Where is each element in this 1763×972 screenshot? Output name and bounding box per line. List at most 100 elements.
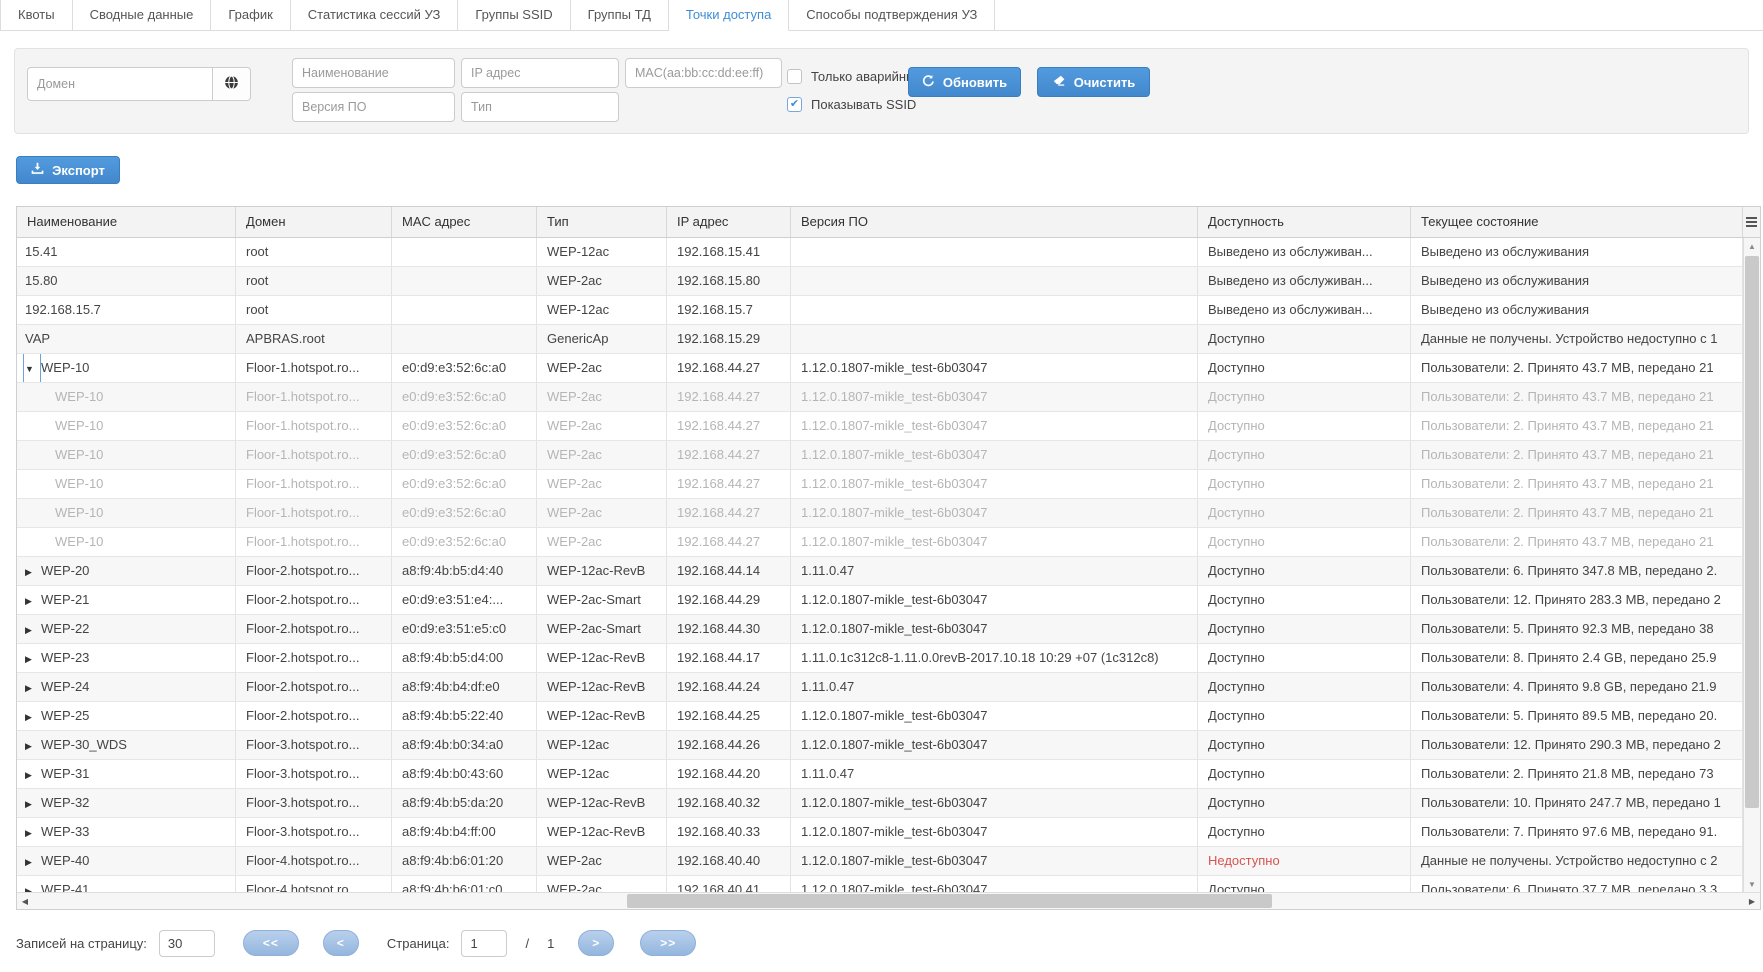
column-menu-icon — [1746, 215, 1757, 229]
tab-svodnye-dannye[interactable]: Сводные данные — [73, 0, 212, 31]
cell-availability: Доступно — [1198, 325, 1411, 354]
cell-type: WEP-2ac — [537, 499, 667, 528]
table-row[interactable]: 15.80rootWEP-2ac192.168.15.80Выведено из… — [17, 267, 1760, 296]
cell-domain: Floor-3.hotspot.ro... — [236, 760, 392, 789]
table-row[interactable]: WEP-10Floor-1.hotspot.ro...e0:d9:e3:52:6… — [17, 441, 1760, 470]
table-row[interactable]: WEP-10Floor-1.hotspot.ro...e0:d9:e3:52:6… — [17, 383, 1760, 412]
table-row[interactable]: ▶WEP-40Floor-4.hotspot.ro...a8:f9:4b:b6:… — [17, 847, 1760, 876]
tab-kvoty[interactable]: Квоты — [0, 0, 73, 31]
table-row[interactable]: ▶WEP-21Floor-2.hotspot.ro...e0:d9:e3:51:… — [17, 586, 1760, 615]
tab-statistika-sessiy-uz[interactable]: Статистика сессий УЗ — [291, 0, 459, 31]
expand-caret-icon[interactable]: ▶ — [25, 819, 39, 847]
column-header-2[interactable]: MAC адрес — [392, 207, 537, 237]
domain-input[interactable] — [27, 67, 213, 101]
per-page-input[interactable] — [159, 930, 215, 957]
cell-version: 1.12.0.1807-mikle_test-6b03047 — [791, 441, 1198, 470]
expand-caret-icon[interactable]: ▶ — [25, 877, 39, 892]
cell-version: 1.12.0.1807-mikle_test-6b03047 — [791, 470, 1198, 499]
table-row[interactable]: WEP-10Floor-1.hotspot.ro...e0:d9:e3:52:6… — [17, 470, 1760, 499]
tab-gruppy-td[interactable]: Группы ТД — [571, 0, 669, 31]
next-page-button[interactable]: > — [578, 930, 614, 956]
cell-mac: e0:d9:e3:52:6c:a0 — [392, 383, 537, 412]
vertical-scroll-thumb[interactable] — [1745, 256, 1759, 808]
cell-mac — [392, 296, 537, 325]
horizontal-scroll-thumb[interactable] — [627, 894, 1272, 908]
version-filter-input[interactable] — [292, 92, 455, 122]
clear-button[interactable]: Очистить — [1037, 67, 1150, 97]
table-row[interactable]: 192.168.15.7rootWEP-12ac192.168.15.7Выве… — [17, 296, 1760, 325]
column-header-4[interactable]: IP адрес — [667, 207, 791, 237]
domain-picker-button[interactable] — [213, 67, 251, 101]
table-row[interactable]: ▶WEP-30_WDSFloor-3.hotspot.ro...a8:f9:4b… — [17, 731, 1760, 760]
table-row[interactable]: ▶WEP-23Floor-2.hotspot.ro...a8:f9:4b:b5:… — [17, 644, 1760, 673]
table-row[interactable]: ▶WEP-41Floor-4.hotspot.ro...a8:f9:4b:b6:… — [17, 876, 1760, 892]
horizontal-scrollbar[interactable]: ◀ ▶ — [17, 892, 1760, 909]
show-ssid-checkbox[interactable]: ✔ Показывать SSID — [787, 92, 923, 116]
expand-caret-icon[interactable]: ▶ — [25, 616, 39, 644]
scroll-left-icon[interactable]: ◀ — [17, 893, 33, 909]
type-filter-input[interactable] — [461, 92, 619, 122]
table-row[interactable]: ▶WEP-31Floor-3.hotspot.ro...a8:f9:4b:b0:… — [17, 760, 1760, 789]
table-row[interactable]: WEP-10Floor-1.hotspot.ro...e0:d9:e3:52:6… — [17, 499, 1760, 528]
first-page-button[interactable]: << — [243, 930, 299, 956]
column-menu-button[interactable] — [1743, 207, 1760, 237]
column-header-3[interactable]: Тип — [537, 207, 667, 237]
expand-caret-icon[interactable]: ▶ — [25, 790, 39, 818]
emergency-only-checkbox[interactable]: Только аварийные — [787, 64, 923, 88]
checkbox-icon[interactable]: ✔ — [787, 97, 802, 112]
ip-filter-input[interactable] — [461, 58, 619, 88]
cell-state: Выведено из обслуживания — [1411, 238, 1743, 267]
vertical-scrollbar[interactable]: ▲ ▼ — [1743, 238, 1760, 892]
expand-caret-icon[interactable]: ▶ — [25, 674, 39, 702]
expand-caret-icon[interactable]: ▶ — [25, 558, 39, 586]
table-row[interactable]: WEP-10Floor-1.hotspot.ro...e0:d9:e3:52:6… — [17, 528, 1760, 557]
prev-page-button[interactable]: < — [323, 930, 359, 956]
name-filter-input[interactable] — [292, 58, 455, 88]
cell-name: ▶WEP-23 — [17, 644, 236, 673]
table-row[interactable]: ▼WEP-10Floor-1.hotspot.ro...e0:d9:e3:52:… — [17, 354, 1760, 383]
table-row[interactable]: WEP-10Floor-1.hotspot.ro...e0:d9:e3:52:6… — [17, 412, 1760, 441]
mac-filter-input[interactable] — [625, 58, 782, 88]
table-row[interactable]: 15.41rootWEP-12ac192.168.15.41Выведено и… — [17, 238, 1760, 267]
table-row[interactable]: ▶WEP-25Floor-2.hotspot.ro...a8:f9:4b:b5:… — [17, 702, 1760, 731]
cell-domain: Floor-1.hotspot.ro... — [236, 528, 392, 557]
expand-caret-icon[interactable]: ▶ — [25, 645, 39, 673]
cell-availability: Доступно — [1198, 528, 1411, 557]
refresh-button[interactable]: Обновить — [908, 67, 1021, 97]
cell-version: 1.12.0.1807-mikle_test-6b03047 — [791, 818, 1198, 847]
export-button[interactable]: Экспорт — [16, 156, 120, 184]
collapse-caret-icon[interactable]: ▼ — [25, 355, 39, 383]
expand-caret-icon[interactable]: ▶ — [25, 587, 39, 615]
expand-caret-icon[interactable]: ▶ — [25, 761, 39, 789]
column-header-0[interactable]: Наименование — [17, 207, 236, 237]
column-header-7[interactable]: Текущее состояние — [1411, 207, 1743, 237]
table-row[interactable]: VAPAPBRAS.rootGenericAp192.168.15.29Дост… — [17, 325, 1760, 354]
column-header-6[interactable]: Доступность — [1198, 207, 1411, 237]
table-row[interactable]: ▶WEP-32Floor-3.hotspot.ro...a8:f9:4b:b5:… — [17, 789, 1760, 818]
tab-sposoby-podtverzhdeniya-uz[interactable]: Способы подтверждения УЗ — [789, 0, 995, 31]
scroll-right-icon[interactable]: ▶ — [1744, 893, 1760, 909]
table-row[interactable]: ▶WEP-33Floor-3.hotspot.ro...a8:f9:4b:b4:… — [17, 818, 1760, 847]
column-header-1[interactable]: Домен — [236, 207, 392, 237]
table-row[interactable]: ▶WEP-20Floor-2.hotspot.ro...a8:f9:4b:b5:… — [17, 557, 1760, 586]
scroll-up-icon[interactable]: ▲ — [1744, 238, 1760, 254]
checkbox-icon[interactable] — [787, 69, 802, 84]
scroll-down-icon[interactable]: ▼ — [1744, 876, 1760, 892]
expand-caret-icon[interactable]: ▶ — [25, 848, 39, 876]
expand-caret-icon[interactable]: ▶ — [25, 732, 39, 760]
tab-grafik[interactable]: График — [211, 0, 290, 31]
eraser-icon — [1052, 74, 1066, 90]
last-page-button[interactable]: >> — [640, 930, 696, 956]
table-row[interactable]: ▶WEP-22Floor-2.hotspot.ro...e0:d9:e3:51:… — [17, 615, 1760, 644]
tab-tochki-dostupa[interactable]: Точки доступа — [669, 0, 789, 31]
access-points-table: НаименованиеДоменMAC адресТипIP адресВер… — [16, 206, 1761, 910]
column-header-5[interactable]: Версия ПО — [791, 207, 1198, 237]
cell-availability: Доступно — [1198, 644, 1411, 673]
tab-gruppy-ssid[interactable]: Группы SSID — [458, 0, 570, 31]
page-number-input[interactable] — [461, 930, 507, 957]
cell-mac: a8:f9:4b:b0:43:60 — [392, 760, 537, 789]
clear-button-label: Очистить — [1074, 75, 1136, 90]
expand-caret-icon[interactable]: ▶ — [25, 703, 39, 731]
table-row[interactable]: ▶WEP-24Floor-2.hotspot.ro...a8:f9:4b:b4:… — [17, 673, 1760, 702]
show-ssid-label: Показывать SSID — [811, 97, 916, 112]
